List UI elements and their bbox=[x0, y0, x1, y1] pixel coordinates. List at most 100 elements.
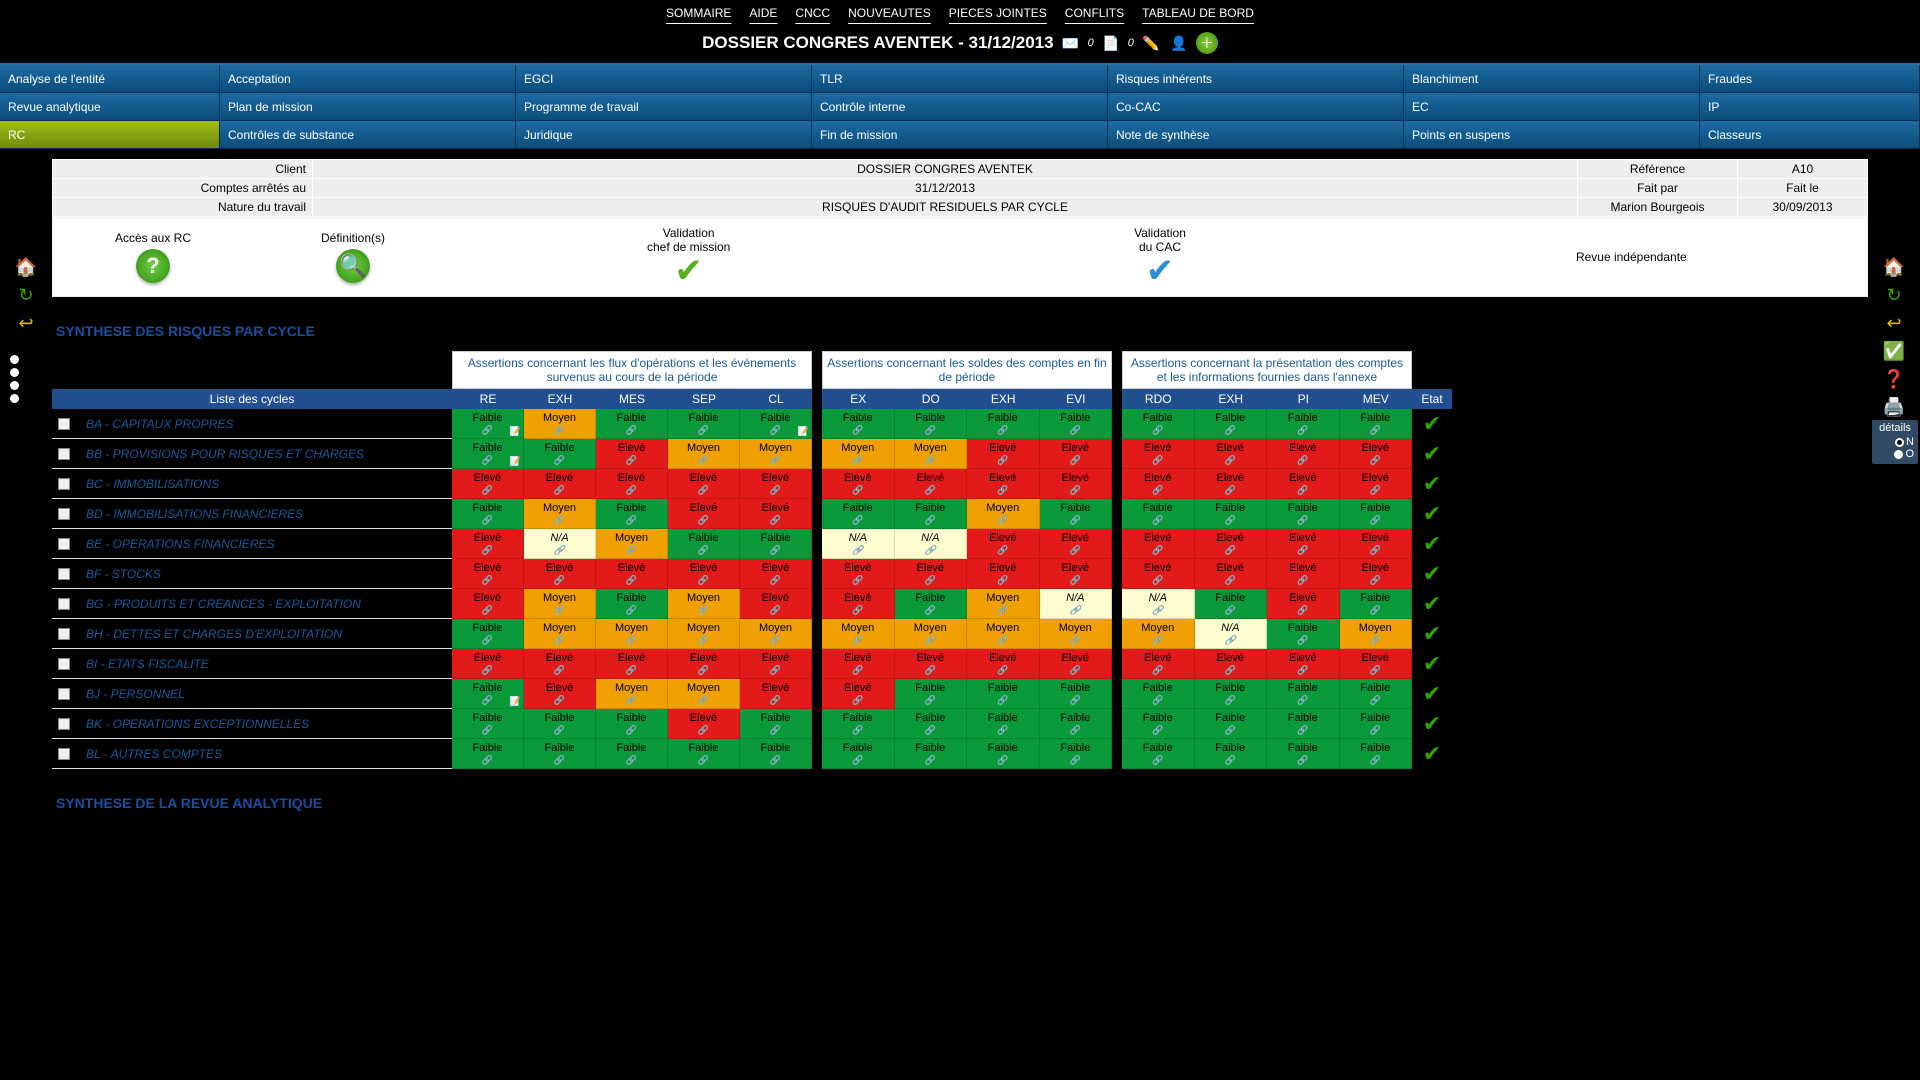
risk-cell[interactable]: Elevé bbox=[740, 559, 812, 589]
risk-cell[interactable]: Elevé bbox=[1267, 589, 1340, 619]
risk-cell[interactable]: Faible bbox=[452, 709, 524, 739]
risk-cell[interactable]: Faible bbox=[452, 619, 524, 649]
doc-icon[interactable]: 📄 bbox=[1100, 32, 1122, 54]
valid-chef-button[interactable]: ✔ bbox=[453, 254, 924, 288]
risk-cell[interactable]: Faible bbox=[1195, 679, 1268, 709]
risk-cell[interactable]: Elevé bbox=[596, 649, 668, 679]
cycle-checkbox[interactable] bbox=[58, 748, 70, 760]
risk-cell[interactable]: Faible bbox=[1122, 409, 1195, 439]
nav-blanchiment[interactable]: Blanchiment bbox=[1404, 65, 1700, 93]
user-icon[interactable]: 👤 bbox=[1168, 32, 1190, 54]
risk-cell[interactable]: Moyen bbox=[596, 679, 668, 709]
filter-N/A[interactable]: N/A bbox=[10, 392, 41, 404]
risk-cell[interactable]: Elevé bbox=[668, 499, 740, 529]
risk-cell[interactable]: Faible bbox=[967, 709, 1040, 739]
risk-cell[interactable]: Faible bbox=[822, 409, 895, 439]
risk-cell[interactable]: Faible bbox=[1267, 409, 1340, 439]
nav-fin-de-mission[interactable]: Fin de mission bbox=[812, 121, 1108, 149]
cycle-link[interactable]: BI - ETATS FISCALITE bbox=[86, 657, 209, 671]
cycle-checkbox[interactable] bbox=[58, 568, 70, 580]
risk-cell[interactable]: Elevé bbox=[1122, 559, 1195, 589]
risk-cell[interactable]: Faible bbox=[596, 499, 668, 529]
risk-cell[interactable]: Moyen bbox=[668, 679, 740, 709]
nav-juridique[interactable]: Juridique bbox=[516, 121, 812, 149]
details-o[interactable]: O bbox=[1876, 448, 1914, 460]
risk-cell[interactable]: Faible bbox=[452, 739, 524, 769]
risk-cell[interactable]: Moyen bbox=[596, 619, 668, 649]
risk-cell[interactable]: Elevé bbox=[822, 559, 895, 589]
risk-cell[interactable]: Moyen bbox=[524, 589, 596, 619]
help-icon[interactable]: ❓ bbox=[1879, 366, 1909, 392]
risk-cell[interactable]: Faible bbox=[740, 739, 812, 769]
etat-icon[interactable]: ✔ bbox=[1412, 739, 1452, 769]
risk-cell[interactable]: Elevé bbox=[452, 649, 524, 679]
risk-cell[interactable]: Faible bbox=[1195, 589, 1268, 619]
risk-cell[interactable]: Faible bbox=[1122, 739, 1195, 769]
risk-cell[interactable]: Faible bbox=[596, 589, 668, 619]
risk-cell[interactable]: Elevé bbox=[1122, 649, 1195, 679]
redo2-icon[interactable]: ↻ bbox=[1879, 282, 1909, 308]
risk-cell[interactable]: Faible bbox=[895, 589, 968, 619]
risk-cell[interactable]: Faible bbox=[1040, 679, 1113, 709]
home-icon[interactable]: 🏠 bbox=[11, 254, 41, 280]
risk-cell[interactable]: Elevé bbox=[1195, 649, 1268, 679]
risk-cell[interactable]: Faible bbox=[1040, 709, 1113, 739]
risk-cell[interactable]: Elevé bbox=[524, 469, 596, 499]
validate-icon[interactable]: ✅ bbox=[1879, 338, 1909, 364]
cycle-checkbox[interactable] bbox=[58, 658, 70, 670]
risk-cell[interactable]: Faible bbox=[1122, 499, 1195, 529]
cycle-link[interactable]: BK - OPERATIONS EXCEPTIONNELLES bbox=[86, 717, 309, 731]
risk-cell[interactable]: Faible bbox=[452, 679, 524, 709]
definitions-button[interactable]: 🔍 bbox=[253, 245, 453, 283]
risk-cell[interactable]: Moyen bbox=[668, 619, 740, 649]
risk-cell[interactable]: Elevé bbox=[524, 559, 596, 589]
risk-cell[interactable]: Faible bbox=[1267, 739, 1340, 769]
risk-cell[interactable]: Elevé bbox=[1195, 469, 1268, 499]
risk-cell[interactable]: Elevé bbox=[1267, 469, 1340, 499]
risk-cell[interactable]: Elevé bbox=[1340, 469, 1413, 499]
risk-cell[interactable]: Faible bbox=[740, 529, 812, 559]
risk-cell[interactable]: Moyen bbox=[524, 619, 596, 649]
nav-programme-de-travail[interactable]: Programme de travail bbox=[516, 93, 812, 121]
risk-cell[interactable]: Elevé bbox=[596, 469, 668, 499]
risk-cell[interactable]: N/A bbox=[524, 529, 596, 559]
add-icon[interactable]: ＋ bbox=[1196, 32, 1218, 54]
risk-cell[interactable]: Moyen bbox=[967, 499, 1040, 529]
cycle-link[interactable]: BJ - PERSONNEL bbox=[86, 687, 185, 701]
nav-note-de-synth-se[interactable]: Note de synthèse bbox=[1108, 121, 1404, 149]
cycle-checkbox[interactable] bbox=[58, 718, 70, 730]
risk-cell[interactable]: Elevé bbox=[596, 559, 668, 589]
nav-rc[interactable]: RC bbox=[0, 121, 220, 149]
risk-cell[interactable]: Elevé bbox=[668, 649, 740, 679]
risk-cell[interactable]: Moyen bbox=[668, 439, 740, 469]
risk-cell[interactable]: Faible bbox=[895, 499, 968, 529]
nav-points-en-suspens[interactable]: Points en suspens bbox=[1404, 121, 1700, 149]
risk-cell[interactable]: Faible bbox=[1340, 409, 1413, 439]
risk-cell[interactable]: Elevé bbox=[895, 649, 968, 679]
risk-cell[interactable]: Elevé bbox=[895, 469, 968, 499]
risk-cell[interactable]: Faible bbox=[895, 679, 968, 709]
etat-icon[interactable]: ✔ bbox=[1412, 619, 1452, 649]
risk-cell[interactable]: Elevé bbox=[1122, 439, 1195, 469]
cycle-checkbox[interactable] bbox=[58, 448, 70, 460]
valid-cac-button[interactable]: ✔ bbox=[924, 254, 1395, 288]
pen-icon[interactable]: ✏️ bbox=[1140, 32, 1162, 54]
risk-cell[interactable]: Faible bbox=[1040, 409, 1113, 439]
cycle-link[interactable]: BF - STOCKS bbox=[86, 567, 161, 581]
risk-cell[interactable]: Faible bbox=[740, 709, 812, 739]
risk-cell[interactable]: Faible bbox=[452, 439, 524, 469]
risk-cell[interactable]: Faible bbox=[822, 499, 895, 529]
risk-cell[interactable]: Elevé bbox=[668, 709, 740, 739]
risk-cell[interactable]: Faible bbox=[967, 679, 1040, 709]
risk-cell[interactable]: Elevé bbox=[822, 469, 895, 499]
risk-cell[interactable]: Moyen bbox=[524, 409, 596, 439]
nav-revue-analytique[interactable]: Revue analytique bbox=[0, 93, 220, 121]
risk-cell[interactable]: Elevé bbox=[822, 649, 895, 679]
risk-cell[interactable]: Moyen bbox=[668, 589, 740, 619]
topmenu-nouveautes[interactable]: NOUVEAUTES bbox=[848, 6, 931, 20]
risk-cell[interactable]: Elevé bbox=[668, 469, 740, 499]
risk-cell[interactable]: Elevé bbox=[1122, 529, 1195, 559]
risk-cell[interactable]: Elevé bbox=[967, 469, 1040, 499]
risk-cell[interactable]: Moyen bbox=[967, 589, 1040, 619]
risk-cell[interactable]: Faible bbox=[668, 409, 740, 439]
